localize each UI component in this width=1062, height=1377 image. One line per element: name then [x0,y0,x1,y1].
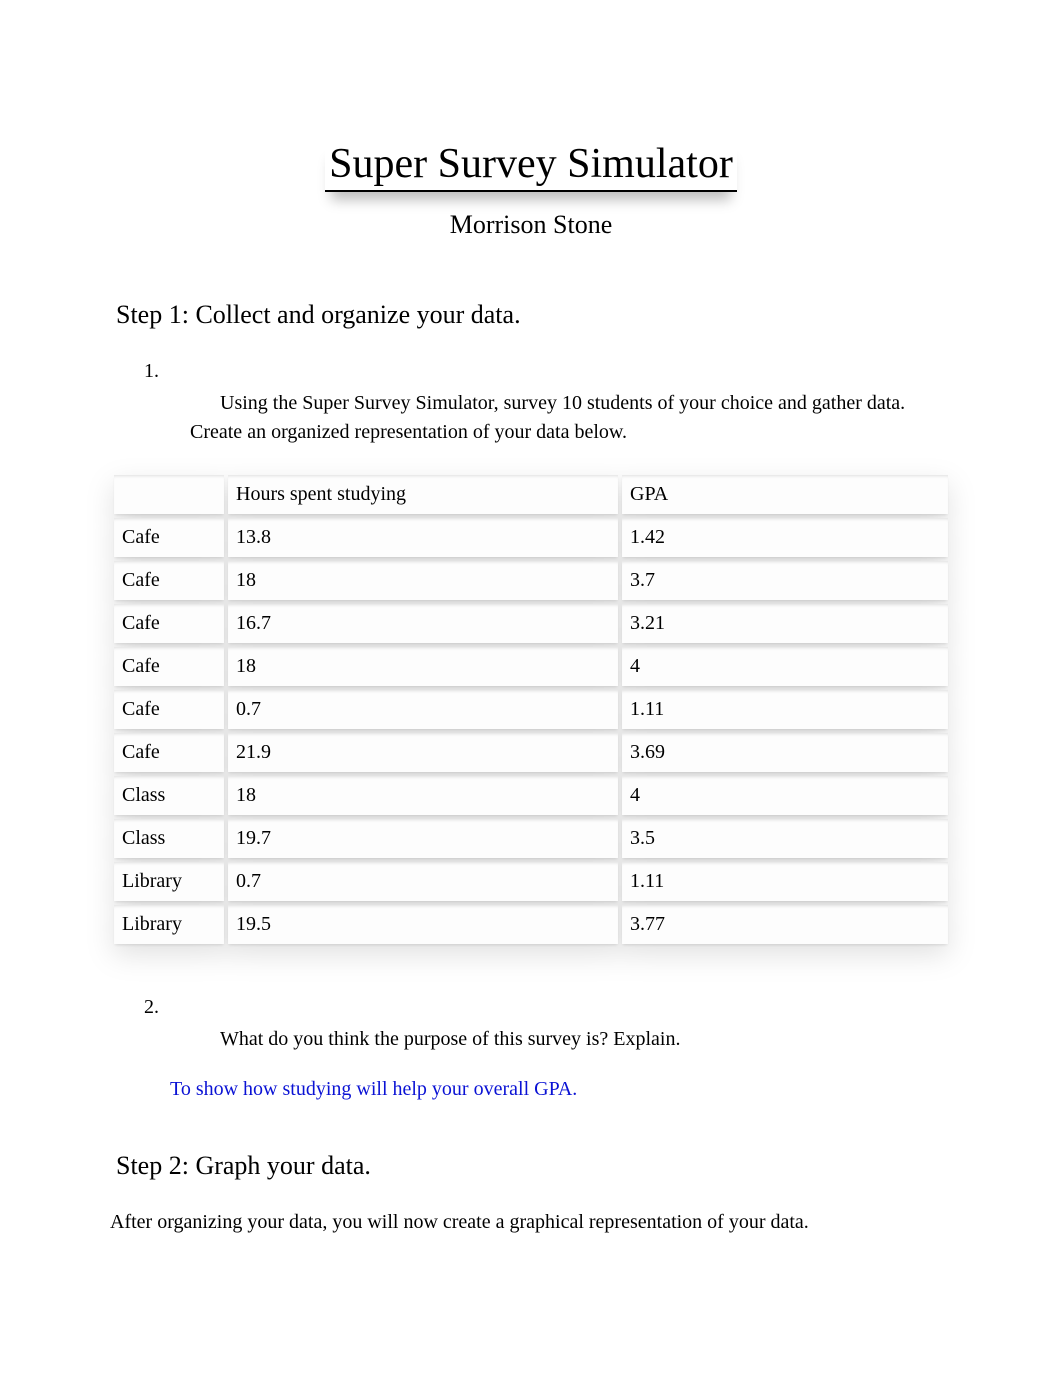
data-table: Hours spent studying GPA Cafe13.81.42Caf… [110,471,952,948]
table-row: Cafe16.73.21 [114,604,948,643]
step2-heading: Step 2: Graph your data. [116,1151,952,1181]
cell-gpa: 3.69 [622,733,948,772]
cell-location: Cafe [114,647,224,686]
cell-gpa: 1.11 [622,690,948,729]
table-row: Cafe21.93.69 [114,733,948,772]
cell-hours: 18 [228,561,618,600]
col-header-location [114,475,224,514]
cell-gpa: 3.5 [622,819,948,858]
cell-hours: 21.9 [228,733,618,772]
cell-gpa: 3.21 [622,604,948,643]
cell-hours: 18 [228,647,618,686]
cell-gpa: 4 [622,647,948,686]
table-row: Cafe13.81.42 [114,518,948,557]
table-row: Cafe183.7 [114,561,948,600]
cell-location: Class [114,776,224,815]
cell-gpa: 1.11 [622,862,948,901]
cell-gpa: 3.77 [622,905,948,944]
q2-text: What do you think the purpose of this su… [190,1025,912,1054]
cell-hours: 19.7 [228,819,618,858]
data-table-wrap: Hours spent studying GPA Cafe13.81.42Caf… [110,471,952,948]
cell-hours: 0.7 [228,862,618,901]
q1-number: 1. [144,360,952,383]
cell-hours: 18 [228,776,618,815]
table-row: Class184 [114,776,948,815]
col-header-hours: Hours spent studying [228,475,618,514]
table-row: Cafe184 [114,647,948,686]
cell-location: Class [114,819,224,858]
cell-gpa: 1.42 [622,518,948,557]
cell-gpa: 4 [622,776,948,815]
page-title: Super Survey Simulator [325,140,737,192]
cell-hours: 13.8 [228,518,618,557]
step2-intro: After organizing your data, you will now… [110,1211,952,1234]
cell-hours: 0.7 [228,690,618,729]
cell-location: Library [114,862,224,901]
table-row: Class19.73.5 [114,819,948,858]
cell-location: Cafe [114,690,224,729]
author-name: Morrison Stone [110,210,952,240]
table-row: Cafe0.71.11 [114,690,948,729]
q1-text: Using the Super Survey Simulator, survey… [190,389,912,447]
q2-answer: To show how studying will help your over… [170,1078,952,1101]
q2-number: 2. [144,996,952,1019]
cell-hours: 19.5 [228,905,618,944]
cell-location: Cafe [114,604,224,643]
table-row: Library19.53.77 [114,905,948,944]
cell-location: Cafe [114,518,224,557]
cell-location: Library [114,905,224,944]
table-header-row: Hours spent studying GPA [114,475,948,514]
cell-gpa: 3.7 [622,561,948,600]
table-row: Library0.71.11 [114,862,948,901]
cell-location: Cafe [114,561,224,600]
cell-hours: 16.7 [228,604,618,643]
step1-heading: Step 1: Collect and organize your data. [116,300,952,330]
col-header-gpa: GPA [622,475,948,514]
cell-location: Cafe [114,733,224,772]
